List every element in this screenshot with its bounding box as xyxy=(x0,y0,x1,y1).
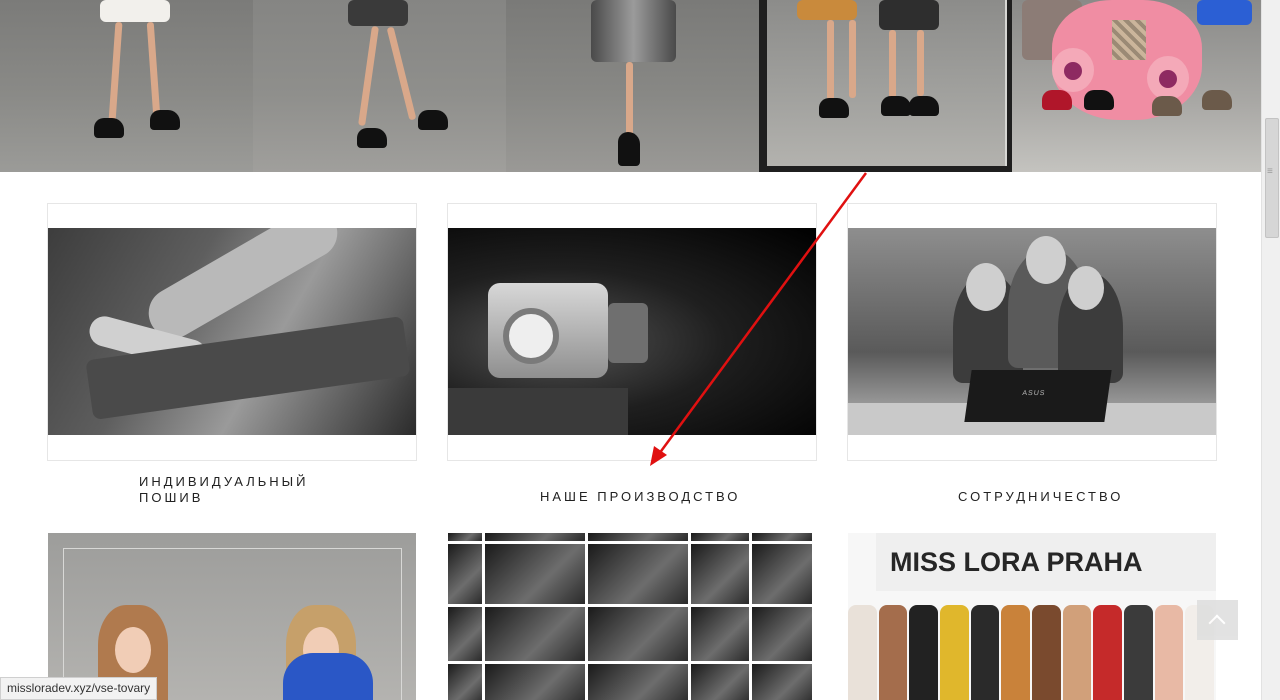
collage-tile xyxy=(588,544,688,604)
boot xyxy=(1152,96,1182,116)
machine-head xyxy=(608,303,648,363)
collage-tile xyxy=(691,664,749,700)
card-title-line[interactable]: ИНДИВИДУАЛЬНЫЙ xyxy=(139,474,339,490)
boot xyxy=(881,96,911,116)
collage-tile xyxy=(588,607,688,661)
shoe xyxy=(150,110,180,130)
collage-tile xyxy=(485,664,585,700)
fur-coat xyxy=(848,605,877,700)
boot xyxy=(1202,90,1232,110)
framed-photo xyxy=(767,0,1007,166)
card-image-team[interactable]: ASUS xyxy=(848,228,1216,435)
card-title-cooperation[interactable]: СОТРУДНИЧЕСТВО xyxy=(958,489,1123,504)
card-image-production-collage[interactable] xyxy=(448,533,816,700)
face xyxy=(1026,236,1066,284)
sneaker xyxy=(1042,90,1072,110)
bear-paw xyxy=(1052,48,1094,92)
collage-tile xyxy=(448,533,482,541)
workbench xyxy=(448,388,628,435)
card-title-line[interactable]: ПОШИВ xyxy=(139,490,339,506)
laptop: ASUS xyxy=(964,370,1112,422)
collage-tile xyxy=(485,607,585,661)
boot xyxy=(909,96,939,116)
card-image-girls-in-fur[interactable] xyxy=(48,533,416,700)
hero-photo-white-coat[interactable] xyxy=(0,0,253,172)
fur-coat-rack xyxy=(848,605,1216,700)
face xyxy=(115,627,151,673)
collage-tile xyxy=(448,607,482,661)
card-image-hands-cutting[interactable] xyxy=(48,228,416,435)
scrollbar-thumb[interactable] xyxy=(1265,118,1279,238)
leg xyxy=(358,25,379,127)
leg xyxy=(889,30,896,98)
collage-tile xyxy=(691,544,749,604)
boot xyxy=(618,132,640,166)
leg xyxy=(827,20,834,100)
collage-tile xyxy=(752,664,812,700)
collage-tile xyxy=(485,544,585,604)
sneaker xyxy=(1084,90,1114,110)
leg xyxy=(917,30,924,96)
collage-tile xyxy=(588,664,688,700)
collage-tile xyxy=(752,607,812,661)
machine-wheel xyxy=(503,308,559,364)
hero-photo-strip xyxy=(0,0,1262,172)
blue-fur xyxy=(1197,0,1252,25)
fur-coat xyxy=(940,605,969,700)
shoe xyxy=(819,98,849,118)
fox-fur xyxy=(797,0,857,20)
collage-tile xyxy=(691,533,749,541)
collage-tile xyxy=(752,533,812,541)
collage-tile xyxy=(588,533,688,541)
collage-tile xyxy=(485,533,585,541)
face xyxy=(1068,266,1104,310)
collage-tile xyxy=(691,607,749,661)
booth-sign: MISS LORA PRAHA xyxy=(890,547,1143,577)
blue-fur-vest xyxy=(283,653,373,700)
fur-coat xyxy=(1093,605,1123,700)
fur-coat xyxy=(1001,605,1031,700)
dark-dress xyxy=(879,0,939,30)
status-bar-url: missloradev.xyz/vse-tovary xyxy=(0,677,158,700)
collage-tile xyxy=(752,544,812,604)
fur-coat xyxy=(1124,605,1153,700)
fur-coat xyxy=(1154,605,1184,700)
white-fur-coat xyxy=(100,0,170,22)
plaid-scarf xyxy=(1112,20,1146,60)
leg xyxy=(849,20,856,98)
fur-coat xyxy=(1032,605,1061,700)
card-title-our-production[interactable]: НАШЕ ПРОИЗВОДСТВО xyxy=(540,489,740,504)
silver-fox-vest xyxy=(591,0,676,62)
shoe xyxy=(94,118,124,138)
dark-skirt xyxy=(348,0,408,26)
leg xyxy=(108,21,123,123)
collage-tile xyxy=(448,544,482,604)
leg xyxy=(386,26,417,121)
fur-coat xyxy=(878,605,908,700)
collage-tile xyxy=(448,664,482,700)
fur-coat xyxy=(1062,605,1092,700)
hero-photo-silver-fox-vest[interactable] xyxy=(506,0,759,172)
laptop-brand: ASUS xyxy=(1021,390,1046,397)
hero-photo-grey-jacket[interactable] xyxy=(253,0,506,172)
hero-photo-pink-bear[interactable] xyxy=(1012,0,1262,172)
card-cooperation[interactable]: ASUS xyxy=(847,203,1217,461)
bear-paw xyxy=(1147,56,1189,100)
card-custom-tailoring[interactable] xyxy=(47,203,417,461)
photo-collage xyxy=(448,533,816,700)
card-title-custom-tailoring[interactable]: ИНДИВИДУАЛЬНЫЙ ПОШИВ xyxy=(139,474,339,506)
back-to-top-button[interactable] xyxy=(1197,600,1238,640)
face xyxy=(966,263,1006,311)
fur-coat xyxy=(909,605,939,700)
shoe xyxy=(357,128,387,148)
leg xyxy=(626,62,633,137)
card-image-sewing-machine[interactable] xyxy=(448,228,816,435)
leg xyxy=(146,21,161,118)
shoe xyxy=(418,110,448,130)
fur-coat xyxy=(970,605,1000,700)
hero-photo-two-women[interactable] xyxy=(759,0,1012,172)
card-image-exhibition-booth[interactable]: MISS LORA PRAHA xyxy=(848,533,1216,700)
page-scrollbar[interactable] xyxy=(1261,0,1280,700)
card-our-production[interactable] xyxy=(447,203,817,461)
